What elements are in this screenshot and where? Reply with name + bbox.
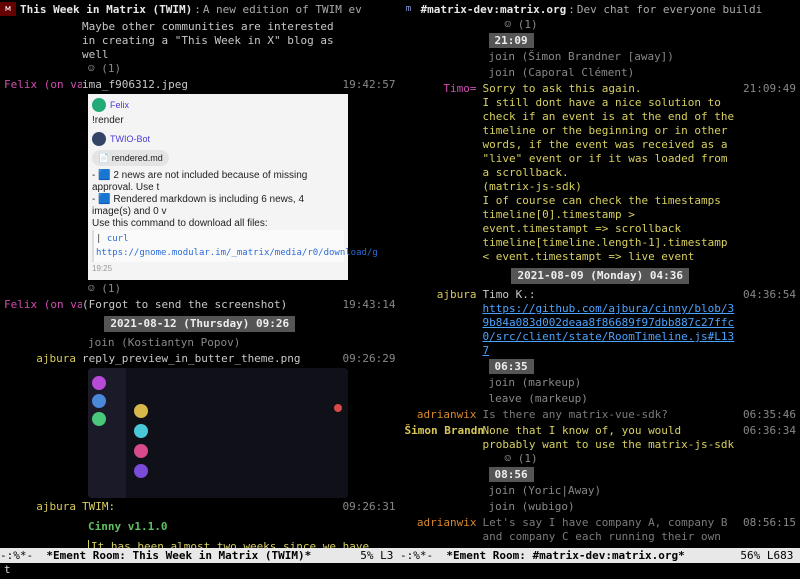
- date-divider: 2021-08-12 (Thursday) 09:26: [104, 316, 295, 332]
- right-pane: m #matrix-dev:matrix.org : Dev chat for …: [401, 0, 800, 548]
- paragraph: It has been almost two weeks since we ha…: [88, 540, 396, 548]
- image-preview[interactable]: [88, 368, 348, 498]
- time-chip: 21:09: [489, 33, 534, 48]
- sender: Felix (on vaca: [4, 78, 82, 92]
- link[interactable]: https://github.com/ajbura/cinny/blob/39b…: [483, 302, 735, 357]
- left-tab[interactable]: м This Week in Matrix (TWIM) : A new edi…: [0, 0, 400, 18]
- image-preview[interactable]: Felix !render TWIO-Bot 📄 rendered.md - 🟦…: [88, 94, 348, 280]
- message-body: ima_f906312.jpeg: [82, 78, 338, 92]
- right-tab[interactable]: m #matrix-dev:matrix.org : Dev chat for …: [401, 0, 800, 18]
- tab-topic: A new edition of TWIM ev: [203, 3, 362, 16]
- room-icon: m: [401, 2, 417, 16]
- minibuffer[interactable]: t: [0, 563, 800, 577]
- tab-title: This Week in Matrix (TWIM): [20, 3, 192, 16]
- mode-line: -:%*- *Ement Room: This Week in Matrix (…: [0, 548, 800, 563]
- timestamp: 19:42:57: [338, 78, 396, 92]
- reaction-icon[interactable]: ☺: [88, 282, 95, 295]
- room-icon: м: [0, 2, 16, 16]
- reaction-icon[interactable]: ☺: [88, 62, 95, 75]
- state-event: join (Kostiantyn Popov): [88, 336, 396, 350]
- left-pane: м This Week in Matrix (TWIM) : A new edi…: [0, 0, 401, 548]
- right-messages[interactable]: ☺ (1) 21:09 join (Šimon Brandner [away])…: [401, 18, 800, 548]
- message-body: Maybe other communities are interested i…: [82, 20, 338, 62]
- heading: Cinny v1.1.0: [88, 520, 396, 534]
- left-messages[interactable]: Maybe other communities are interested i…: [0, 18, 400, 548]
